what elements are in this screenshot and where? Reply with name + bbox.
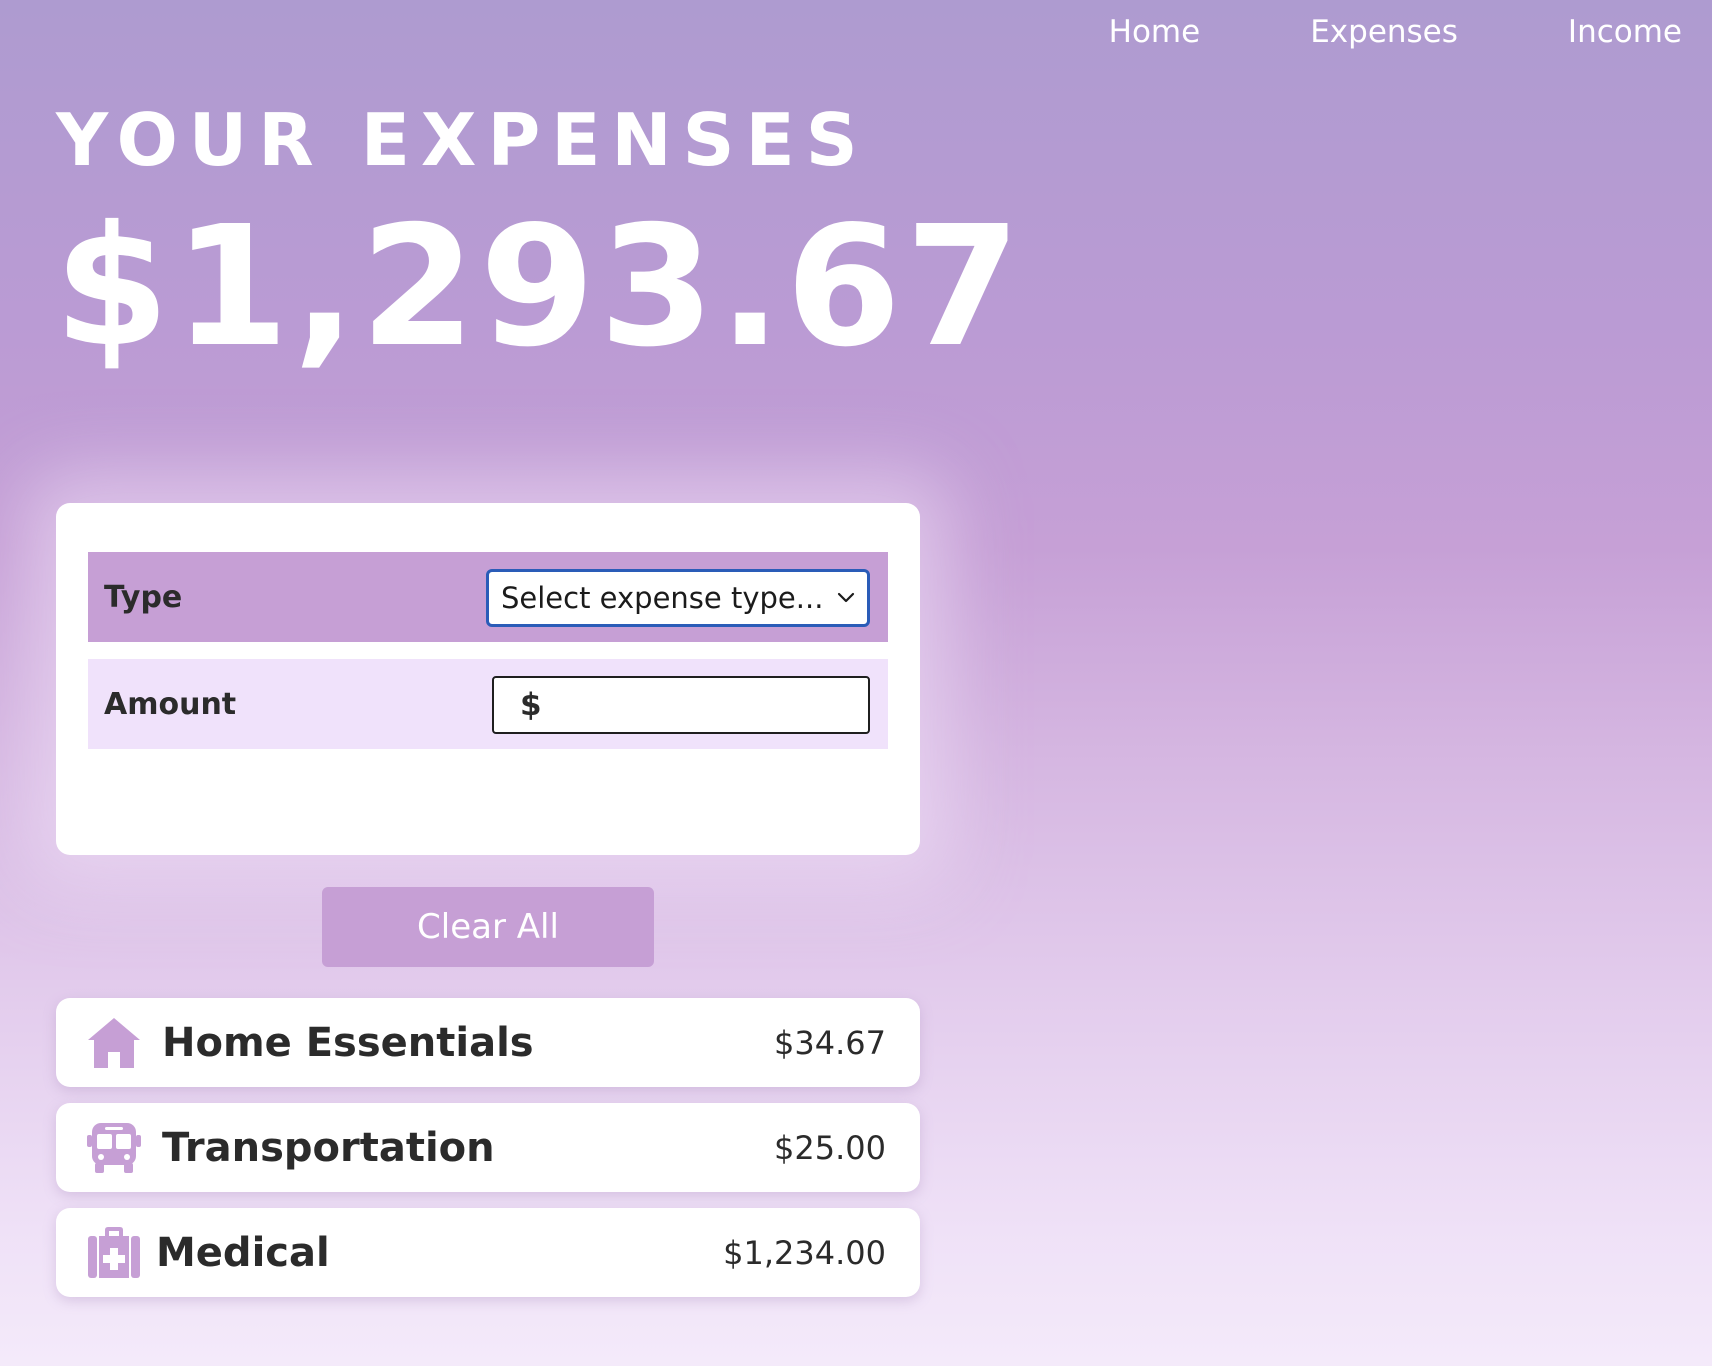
nav-link-expenses[interactable]: Expenses [1310,14,1458,50]
expense-amount: $25.00 [774,1128,886,1167]
expense-form-card: Type Select expense type... Amount $ [56,503,920,855]
nav-link-home[interactable]: Home [1109,14,1201,50]
expense-type-select[interactable]: Select expense type... [486,569,870,627]
type-label: Type [104,579,183,615]
total-expenses: $1,293.67 [54,191,1025,384]
type-row: Type Select expense type... [88,552,888,642]
amount-row: Amount $ [88,659,888,749]
amount-field[interactable]: $ [492,676,870,734]
expense-amount: $34.67 [774,1023,886,1062]
top-nav: Home Expenses Income [1109,14,1682,50]
medical-kit-icon [88,1227,140,1278]
dollar-prefix: $ [520,687,542,723]
expense-item-transportation[interactable]: Transportation $25.00 [56,1103,920,1192]
chevron-down-icon [837,592,855,603]
expense-type-select-value: Select expense type... [501,581,824,615]
clear-all-button[interactable]: Clear All [322,887,654,967]
expense-name: Home Essentials [162,1019,534,1066]
expense-item-home-essentials[interactable]: Home Essentials $34.67 [56,998,920,1087]
amount-input[interactable] [551,688,852,722]
expense-amount: $1,234.00 [723,1233,886,1272]
home-icon [88,1018,140,1068]
expense-item-medical[interactable]: Medical $1,234.00 [56,1208,920,1297]
expense-name: Medical [156,1229,330,1276]
expense-name: Transportation [162,1124,495,1171]
nav-link-income[interactable]: Income [1568,14,1682,50]
bus-icon [87,1123,141,1173]
amount-label: Amount [104,686,237,722]
page-title: YOUR EXPENSES [56,98,869,182]
